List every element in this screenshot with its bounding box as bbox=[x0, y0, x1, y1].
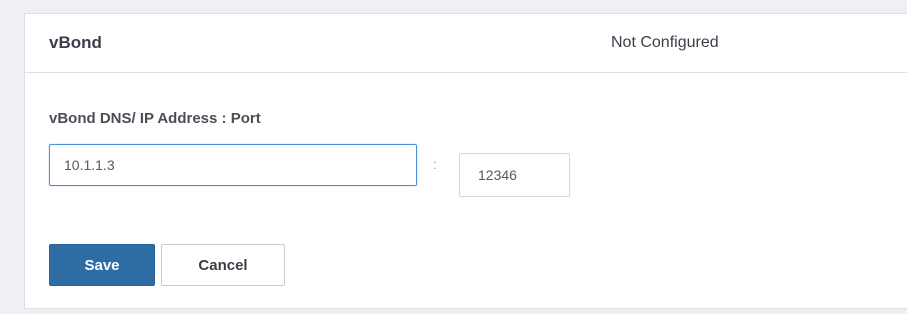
vbond-port-input[interactable] bbox=[459, 153, 570, 197]
address-port-label: vBond DNS/ IP Address : Port bbox=[49, 110, 261, 127]
configuration-status: Not Configured bbox=[611, 34, 719, 51]
address-port-separator: : bbox=[433, 156, 437, 172]
vbond-panel: vBond Not Configured vBond DNS/ IP Addre… bbox=[24, 13, 907, 309]
panel-title: vBond bbox=[49, 33, 102, 52]
cancel-button[interactable]: Cancel bbox=[161, 244, 285, 286]
save-button[interactable]: Save bbox=[49, 244, 155, 286]
panel-header: vBond Not Configured bbox=[25, 14, 907, 73]
vbond-address-input[interactable] bbox=[49, 144, 417, 186]
